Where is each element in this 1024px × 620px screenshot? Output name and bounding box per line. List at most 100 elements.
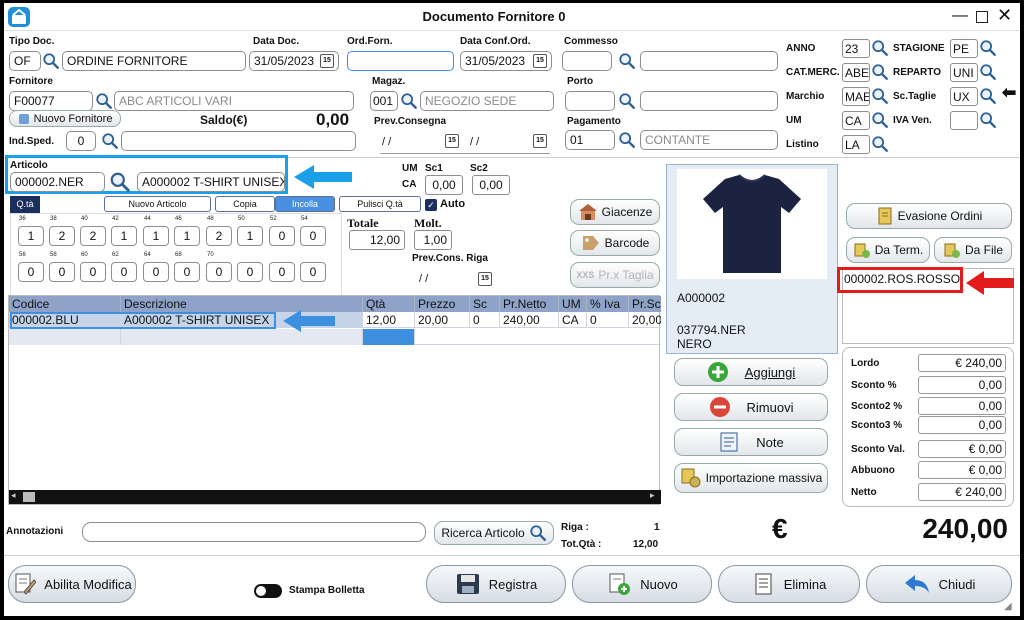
size-qty-input[interactable]: 1 [143,226,169,246]
commesso-desc-field[interactable] [640,51,778,71]
sc1-field[interactable]: 0,00 [425,175,463,195]
list-item[interactable]: 000002.ROS.ROSSO [844,272,960,286]
size-qty-input[interactable]: 2 [80,226,106,246]
da-file-button[interactable]: Da File [934,237,1012,263]
size-qty-input[interactable]: 0 [80,262,106,282]
calendar-icon[interactable]: 15 [445,134,459,148]
ind-sped-desc-field[interactable] [121,131,356,151]
ord-forn-field[interactable] [347,51,454,71]
sc2-field[interactable]: 0,00 [472,175,510,195]
pr-x-taglia-button[interactable]: XXS Pr.x Taglia [570,262,660,288]
active-cell[interactable] [363,329,415,345]
pagamento-desc-field[interactable]: CONTANTE [640,130,778,150]
porto-search-icon[interactable] [618,92,636,110]
stampa-bolletta-toggle[interactable] [254,584,282,598]
iva-ven-search-icon[interactable] [979,111,997,129]
collapse-arrow-icon[interactable]: ⬅ [1002,83,1016,103]
size-qty-input[interactable]: 0 [269,262,295,282]
molt-field[interactable]: 1,00 [414,230,452,250]
size-qty-input[interactable]: 0 [269,226,295,246]
close-icon[interactable]: ✕ [997,5,1012,26]
prev-consegna-date1[interactable]: / / [382,136,391,148]
um-field[interactable]: CA [842,111,870,130]
pagamento-code-field[interactable]: 01 [565,130,615,150]
da-term-button[interactable]: Da Term. [846,237,930,263]
size-qty-input[interactable]: 0 [49,262,75,282]
size-qty-input[interactable]: 2 [49,226,75,246]
stagione-search-icon[interactable] [979,39,997,57]
copia-button[interactable]: Copia [215,196,275,212]
size-qty-input[interactable]: 0 [174,262,200,282]
size-qty-input[interactable]: 1 [174,226,200,246]
abbuono-field[interactable]: € 0,00 [918,461,1006,479]
col-um[interactable]: UM [559,296,587,312]
scroll-thumb[interactable] [23,492,35,502]
size-qty-input[interactable]: 0 [143,262,169,282]
sc-taglie-search-icon[interactable] [979,87,997,105]
sc-taglie-field[interactable]: UX [950,87,978,106]
tab-qta[interactable]: Q.tà [10,196,40,213]
ind-sped-code-field[interactable]: 0 [66,131,96,151]
size-qty-input[interactable]: 1 [18,226,44,246]
size-qty-input[interactable]: 0 [300,226,326,246]
maximize-icon[interactable] [976,11,988,23]
listino-field[interactable]: LA [842,135,870,154]
totale-field[interactable]: 12,00 [349,230,405,250]
anno-search-icon[interactable] [871,39,889,57]
marchio-search-icon[interactable] [871,87,889,105]
pagamento-search-icon[interactable] [618,131,636,149]
size-qty-input[interactable]: 0 [206,262,232,282]
nuovo-button[interactable]: Nuovo [572,565,712,603]
barcode-button[interactable]: Barcode [570,230,660,256]
ind-sped-search-icon[interactable] [101,132,119,150]
marchio-field[interactable]: MAE [842,87,870,106]
size-qty-input[interactable]: 1 [111,226,137,246]
sconto-val-field[interactable]: € 0,00 [918,440,1006,458]
prev-cons-riga-date[interactable]: / / [419,273,428,285]
reparto-field[interactable]: UNI [950,63,978,82]
tipo-doc-search-icon[interactable] [42,52,60,70]
articolo-search-icon[interactable] [109,171,131,193]
porto-desc-field[interactable] [640,91,778,111]
col-qta[interactable]: Qtà [363,296,415,312]
col-iva[interactable]: % Iva [587,296,629,312]
fornitore-code-field[interactable]: F00077 [9,91,93,111]
evasione-ordini-button[interactable]: Evasione Ordini [846,203,1012,229]
tipo-doc-code-field[interactable]: OF [9,51,41,71]
calendar-icon[interactable]: 15 [533,134,547,148]
col-pr-sc[interactable]: Pr.Sc [629,296,661,312]
col-codice[interactable]: Codice [9,296,121,312]
auto-checkbox[interactable]: ✓ [425,199,437,211]
articolo-desc-field[interactable]: A000002 T-SHIRT UNISEX [137,172,285,192]
anno-field[interactable]: 23 [842,39,870,58]
aggiungi-button[interactable]: Aggiungi [674,358,828,386]
abilita-modifica-button[interactable]: Abilita Modifica [8,565,136,603]
scroll-right-icon[interactable]: ▸ [650,490,655,501]
chiudi-button[interactable]: Chiudi [866,565,1012,603]
horizontal-scrollbar[interactable]: ◂ ▸ [9,490,661,504]
sconto2-field[interactable]: 0,00 [918,397,1006,415]
calendar-icon[interactable]: 15 [320,54,334,68]
minimize-icon[interactable]: — [952,7,968,25]
magaz-desc-field[interactable]: NEGOZIO SEDE [420,91,554,111]
iva-ven-field[interactable] [950,111,978,130]
fornitore-search-icon[interactable] [95,92,113,110]
resize-grip-icon[interactable]: ◢ [1004,601,1012,612]
magaz-search-icon[interactable] [400,92,418,110]
cat-merc-field[interactable]: ABE [842,63,870,82]
size-qty-input[interactable]: 1 [237,226,263,246]
commesso-search-icon[interactable] [618,52,636,70]
calendar-icon[interactable]: 15 [478,272,492,286]
rimuovi-button[interactable]: Rimuovi [674,393,828,421]
listino-search-icon[interactable] [871,135,889,153]
elimina-button[interactable]: Elimina [718,565,860,603]
ricerca-articolo-button[interactable]: Ricerca Articolo [434,521,554,545]
calendar-icon[interactable]: 15 [533,54,547,68]
scroll-left-icon[interactable]: ◂ [11,490,16,501]
registra-button[interactable]: Registra [426,565,566,603]
fornitore-desc-field[interactable]: ABC ARTICOLI VARI [114,91,354,111]
giacenze-button[interactable]: Giacenze [570,199,660,225]
commesso-code-field[interactable] [562,51,612,71]
size-qty-input[interactable]: 2 [206,226,232,246]
porto-code-field[interactable] [565,91,615,111]
